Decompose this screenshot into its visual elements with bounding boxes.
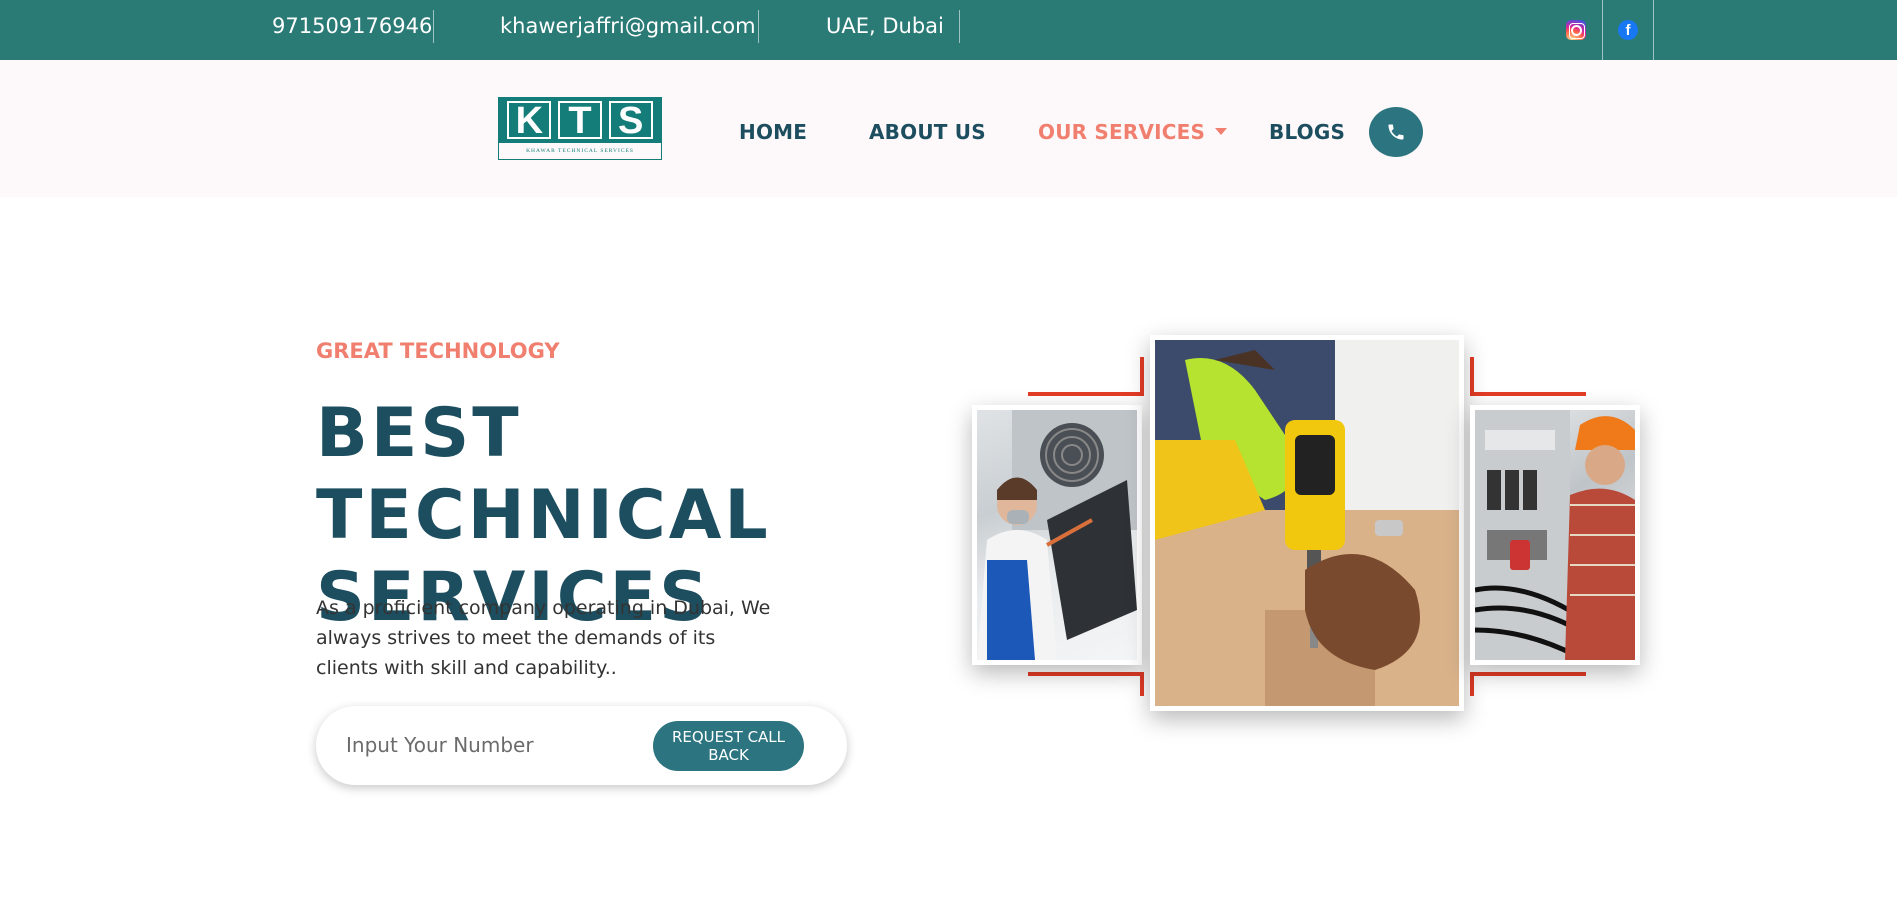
logo-letter: T (557, 101, 602, 140)
phone-number-input[interactable] (346, 728, 646, 762)
phone-call-button[interactable] (1369, 107, 1423, 157)
facebook-icon[interactable]: f (1618, 20, 1638, 40)
hero-eyebrow: GREAT TECHNOLOGY (316, 339, 560, 363)
photo-electrical (1470, 405, 1640, 665)
accent-line (1470, 672, 1586, 676)
nav-blogs[interactable]: BLOGS (1269, 120, 1345, 144)
services-image-collage (970, 335, 1650, 715)
divider (1602, 0, 1603, 60)
divider (758, 10, 759, 43)
photo-drilling (1150, 335, 1464, 711)
nav-home[interactable]: HOME (739, 120, 807, 144)
accent-line (1470, 392, 1586, 396)
main-header: K T S KHAWAR TECHNICAL SERVICES HOME ABO… (0, 60, 1897, 197)
accent-line (1140, 672, 1144, 696)
logo-letters: K T S (498, 97, 662, 143)
nav-our-services[interactable]: OUR SERVICES (1038, 120, 1228, 144)
divider (433, 10, 434, 43)
accent-line (1470, 357, 1474, 396)
nav-our-services-label: OUR SERVICES (1038, 120, 1206, 144)
hero-description: As a proficient company operating in Dub… (316, 597, 771, 679)
logo-subtitle: KHAWAR TECHNICAL SERVICES (498, 143, 662, 160)
logo-letter: S (608, 101, 653, 140)
logo-letter: K (507, 101, 552, 140)
hero-title-line: BEST TECHNICAL (316, 394, 771, 555)
chevron-down-icon (1215, 128, 1228, 135)
divider (959, 10, 960, 43)
callback-form: REQUEST CALL BACK (316, 706, 847, 785)
accent-line (1140, 357, 1144, 396)
accent-line (1028, 392, 1144, 396)
accent-line (1470, 672, 1474, 696)
accent-line (1028, 672, 1144, 676)
divider (1653, 0, 1654, 60)
topbar-email[interactable]: khawerjaffri@gmail.com (500, 0, 756, 44)
photo-ac-service (972, 405, 1142, 665)
phone-icon (1388, 124, 1404, 140)
topbar-location: UAE, Dubai (826, 14, 944, 38)
topbar-phone[interactable]: 971509176946 (272, 0, 432, 44)
company-logo[interactable]: K T S KHAWAR TECHNICAL SERVICES (498, 97, 662, 162)
top-contact-bar: 971509176946 khawerjaffri@gmail.com UAE,… (0, 0, 1897, 60)
nav-about-us[interactable]: ABOUT US (869, 120, 986, 144)
request-call-back-button[interactable]: REQUEST CALL BACK (653, 721, 804, 771)
instagram-icon[interactable] (1566, 20, 1586, 40)
